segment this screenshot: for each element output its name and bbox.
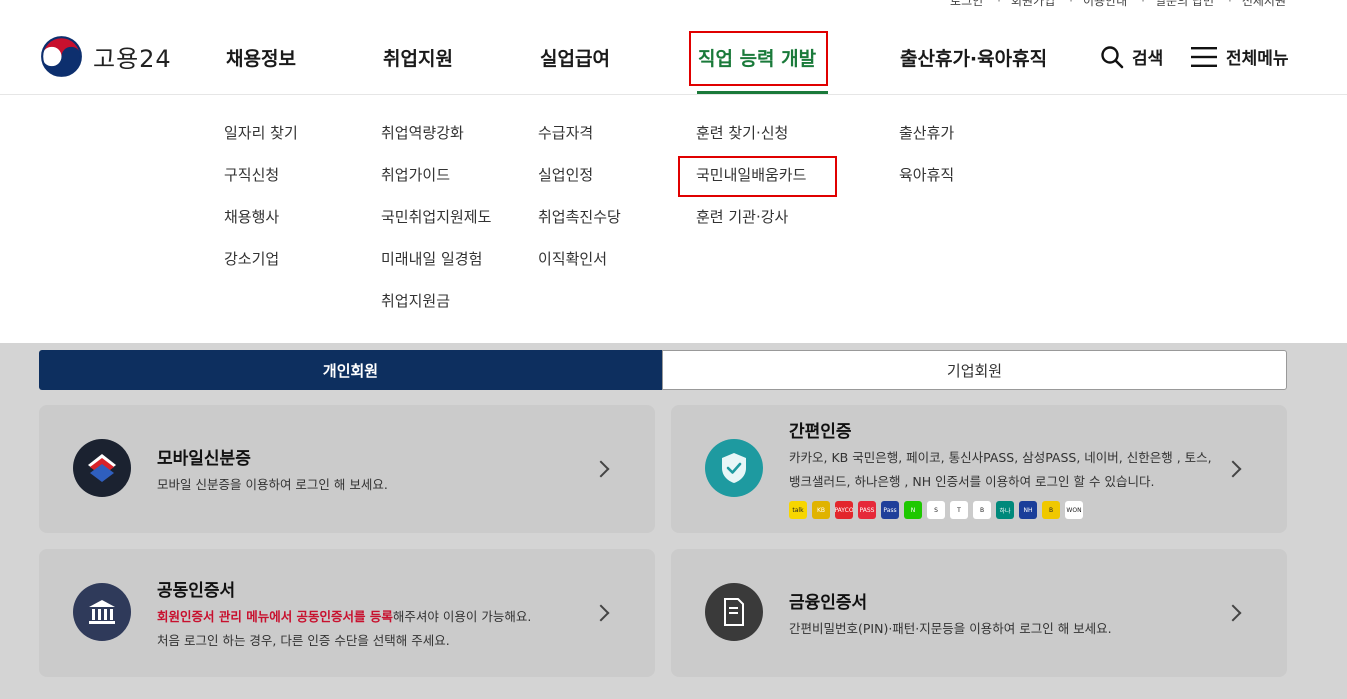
hana-icon: 하나 [996,501,1014,519]
util-link-support[interactable]: 전체지원 [1228,0,1286,9]
member-type-tabs: 개인회원 기업회원 [39,350,1287,390]
simple-auth-title: 간편인증 [789,422,852,442]
menu-item-competency[interactable]: 취업역량강화 [381,122,491,164]
nh-icon: NH [1019,501,1037,519]
simple-auth-desc-line2: 뱅크샐러드, 하나은행 , NH 인증서를 이용하여 로그인 할 수 있습니다. [789,474,1155,489]
joint-cert-desc-line2: 처음 로그인 하는 경우, 다른 인증 수단을 선택해 주세요. [157,633,450,648]
chevron-right-icon [1224,604,1242,622]
samsung-pass-icon: Pass [881,501,899,519]
toss-icon: T [950,501,968,519]
mobile-id-icon [73,439,131,497]
chevron-right-icon [592,604,610,622]
logo-text: 고용24 [93,45,172,73]
menu-item-strong-sme[interactable]: 강소기업 [224,248,298,290]
naver-icon: N [904,501,922,519]
pass-icon: PASS [858,501,876,519]
joint-cert-title: 공동인증서 [157,581,236,601]
menu-item-unemployment-recognition[interactable]: 실업인정 [538,164,621,206]
menu-item-eligibility[interactable]: 수급자격 [538,122,621,164]
finance-cert-desc: 간편비밀번호(PIN)·패턴·지문등을 이용하여 로그인 해 보세요. [789,621,1112,636]
bank-building-icon [73,583,131,641]
menu-column-unemployment-benefit: 수급자격 실업인정 취업촉진수당 이직확인서 [538,122,621,290]
chevron-right-icon [592,460,610,478]
util-link-signup[interactable]: 회원가입 [997,0,1055,9]
payco-icon: PAYCO [835,501,853,519]
menu-column-leave: 출산휴가 육아휴직 [899,122,954,206]
nav-job-info[interactable]: 채용정보 [226,44,296,71]
menu-item-find-job[interactable]: 일자리 찾기 [224,122,298,164]
tab-personal-member[interactable]: 개인회원 [39,350,662,390]
util-link-login[interactable]: 로그인 [950,0,983,9]
kakao-icon: talk [789,501,807,519]
kb-icon: KB [812,501,830,519]
banksalad-icon: B [973,501,991,519]
all-menu-label: 전체메뉴 [1226,49,1289,69]
tab-corporate-member[interactable]: 기업회원 [662,350,1287,390]
shinhan-icon: S [927,501,945,519]
mobile-id-title: 모바일신분증 [157,449,251,469]
menu-item-job-guide[interactable]: 취업가이드 [381,164,491,206]
joint-cert-desc-line1: 회원인증서 관리 메뉴에서 공동인증서를 등록해주셔야 이용이 가능해요. [157,605,531,629]
all-menu-button[interactable]: 전체메뉴 [1190,44,1289,69]
finance-cert-login-card[interactable]: 금융인증서 간편비밀번호(PIN)·패턴·지문등을 이용하여 로그인 해 보세요… [671,549,1287,677]
menu-item-job-application[interactable]: 구직신청 [224,164,298,206]
menu-item-future-work-experience[interactable]: 미래내일 일경험 [381,248,491,290]
util-link-guide[interactable]: 이용안내 [1069,0,1127,9]
search-label: 검색 [1132,49,1164,69]
mobile-id-desc: 모바일 신분증을 이용하여 로그인 해 보세요. [157,477,388,492]
joint-cert-login-card[interactable]: 공동인증서 회원인증서 관리 메뉴에서 공동인증서를 등록해주셔야 이용이 가능… [39,549,655,677]
util-links: 로그인 회원가입 이용안내 일문의 답변 전체지원 [950,0,1286,9]
simple-auth-desc-line1: 카카오, KB 국민은행, 페이코, 통신사PASS, 삼성PASS, 네이버,… [789,450,1212,465]
menu-item-national-employment-support[interactable]: 국민취업지원제도 [381,206,491,248]
header: 로그인 회원가입 이용안내 일문의 답변 전체지원 고용24 채용정보 취업지원… [0,0,1347,95]
menu-item-separation-certificate[interactable]: 이직확인서 [538,248,621,290]
menu-item-parental-leave[interactable]: 육아휴직 [899,164,954,206]
provider-icon-list: talk KB PAYCO PASS Pass N S T B 하나 NH B WON [789,501,1083,519]
highlight-box-learning-card [678,156,837,197]
mega-menu: 일자리 찾기 구직신청 채용행사 강소기업 취업역량강화 취업가이드 국민취업지… [0,95,1347,343]
finance-cert-title: 금융인증서 [789,593,868,613]
nav-maternity-parental-leave[interactable]: 출산휴가·육아휴직 [900,44,1047,71]
menu-item-job-fair[interactable]: 채용행사 [224,206,298,248]
menu-column-job-info: 일자리 찾기 구직신청 채용행사 강소기업 [224,122,298,290]
menu-item-training-institution[interactable]: 훈련 기관·강사 [696,206,806,248]
shield-check-icon [705,439,763,497]
hamburger-menu-icon [1191,46,1217,67]
chevron-right-icon [1224,460,1242,478]
joint-cert-emphasis: 회원인증서 관리 메뉴에서 공동인증서를 등록 [157,609,393,624]
menu-column-employment-support: 취업역량강화 취업가이드 국민취업지원제도 미래내일 일경험 취업지원금 [381,122,491,332]
menu-item-promotion-allowance[interactable]: 취업촉진수당 [538,206,621,248]
search-button[interactable]: 검색 [1100,44,1163,69]
menu-item-maternity-leave[interactable]: 출산휴가 [899,122,954,164]
highlight-box-nav [689,31,828,86]
b-icon: B [1042,501,1060,519]
site-logo[interactable]: 고용24 [40,35,172,78]
active-nav-underline [697,91,828,94]
search-icon [1101,45,1124,68]
taegeuk-logo-icon [40,35,83,78]
nav-employment-support[interactable]: 취업지원 [383,44,453,71]
document-certificate-icon [705,583,763,641]
mobile-id-login-card[interactable]: 모바일신분증 모바일 신분증을 이용하여 로그인 해 보세요. [39,405,655,533]
joint-cert-desc-rest: 해주셔야 이용이 가능해요. [392,609,532,624]
util-link-qna[interactable]: 일문의 답변 [1141,0,1214,9]
menu-item-employment-subsidy[interactable]: 취업지원금 [381,290,491,332]
woori-icon: WON [1065,501,1083,519]
simple-auth-login-card[interactable]: 간편인증 카카오, KB 국민은행, 페이코, 통신사PASS, 삼성PASS,… [671,405,1287,533]
nav-unemployment-benefit[interactable]: 실업급여 [540,44,610,71]
